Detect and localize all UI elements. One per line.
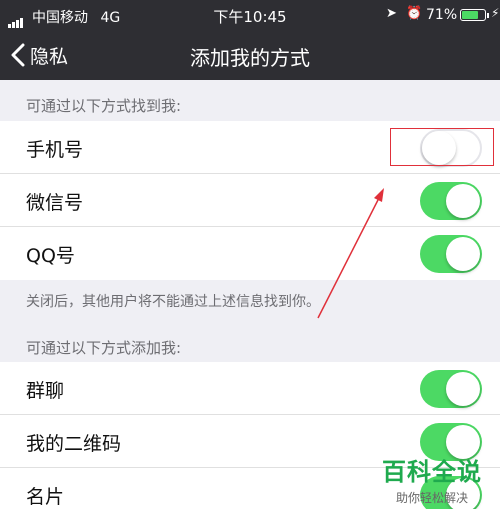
watermark-title: 百科全说: [382, 458, 482, 486]
watermark: 百科全说 助你轻松解决: [372, 452, 492, 506]
watermark-subtitle: 助你轻松解决: [395, 491, 468, 505]
annotation-arrow: [317, 188, 384, 319]
